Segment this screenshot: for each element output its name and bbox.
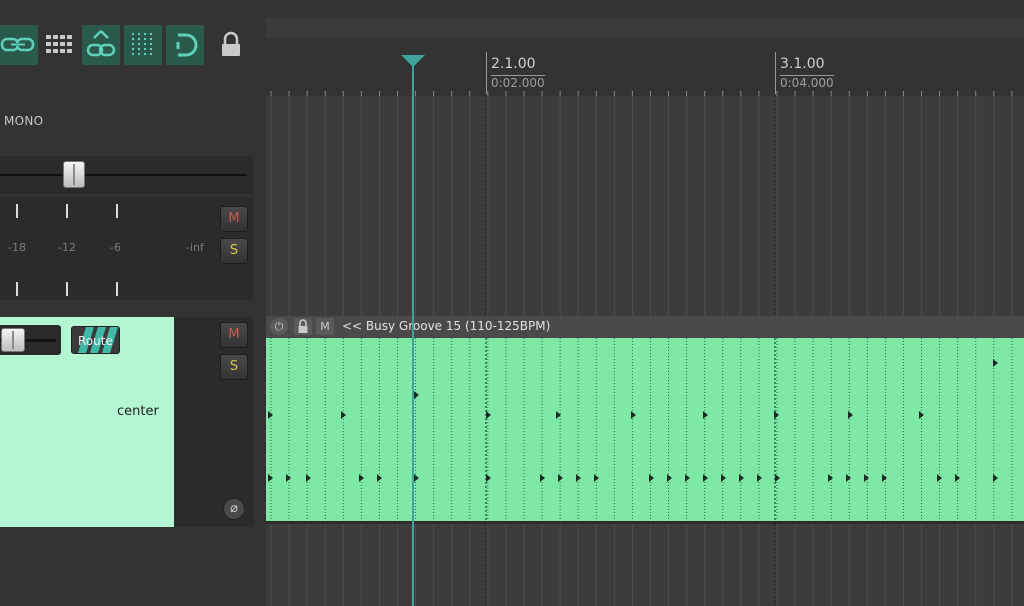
lock-icon xyxy=(222,31,240,56)
level-meter xyxy=(0,197,253,300)
ruler-ticks xyxy=(270,91,1013,96)
snap-grid-button[interactable] xyxy=(124,25,162,65)
meter-label: -18 xyxy=(8,241,26,254)
lock-button[interactable] xyxy=(212,25,250,65)
ruler-time-label: 0:04.000 xyxy=(780,75,834,90)
timeline-ruler[interactable] xyxy=(266,38,1024,96)
track2-button-column xyxy=(174,317,254,527)
track-mono-label: MONO xyxy=(4,114,44,128)
meter-tick xyxy=(116,204,118,218)
ruler-time-label: 0:02.000 xyxy=(491,75,545,90)
item-mute-icon[interactable]: M xyxy=(316,318,334,335)
grid-icon xyxy=(46,35,72,53)
volume-fader-line xyxy=(0,174,247,176)
ruler-bar-label: 2.1.00 xyxy=(491,56,536,72)
track2-solo-button[interactable]: S xyxy=(220,354,248,380)
meter-tick xyxy=(16,282,18,296)
ruler-bar-label: 3.1.00 xyxy=(780,56,825,72)
media-item-body[interactable] xyxy=(266,338,1024,523)
panel-divider[interactable] xyxy=(254,0,266,606)
media-item-title: << Busy Groove 15 (110-125BPM) xyxy=(342,319,551,333)
group-link-button[interactable] xyxy=(82,25,120,65)
loop-icon xyxy=(176,33,198,57)
track1-solo-button[interactable]: S xyxy=(220,238,248,264)
power-icon[interactable]: ⏻ xyxy=(270,318,288,335)
route-button-label: Route xyxy=(78,334,113,348)
phase-invert-icon[interactable]: ⌀ xyxy=(223,498,245,520)
pan-slider-knob[interactable] xyxy=(1,328,25,352)
ruler-marker-line xyxy=(775,52,776,94)
track1-mute-button[interactable]: M xyxy=(220,206,248,232)
route-button[interactable]: Route xyxy=(71,326,120,354)
meter-tick xyxy=(66,204,68,218)
arrange-top-bar xyxy=(266,0,1024,18)
meter-tick xyxy=(116,282,118,296)
grid-button[interactable] xyxy=(40,25,78,65)
group-link-icon xyxy=(86,30,116,57)
pan-value-label: center xyxy=(117,404,159,419)
loop-button[interactable] xyxy=(166,25,204,65)
meter-tick xyxy=(16,204,18,218)
track2-mute-button[interactable]: M xyxy=(220,322,248,348)
meter-label: -12 xyxy=(58,241,76,254)
playhead-marker-icon[interactable] xyxy=(401,55,425,67)
media-item-bottom-edge xyxy=(266,521,1024,524)
meter-tick xyxy=(66,282,68,296)
ruler-marker-line xyxy=(486,52,487,94)
meter-label: -6 xyxy=(110,241,121,254)
horizontal-scrollbar[interactable] xyxy=(266,18,1024,38)
link-button[interactable] xyxy=(0,25,38,65)
link-icon xyxy=(0,37,35,52)
dotted-grid-icon xyxy=(132,33,152,58)
meter-label: -inf xyxy=(186,241,204,254)
playhead-cursor[interactable] xyxy=(412,66,414,606)
midi-notes xyxy=(268,338,1013,523)
volume-fader-knob[interactable] xyxy=(63,161,85,188)
item-lock-icon[interactable] xyxy=(294,318,312,335)
